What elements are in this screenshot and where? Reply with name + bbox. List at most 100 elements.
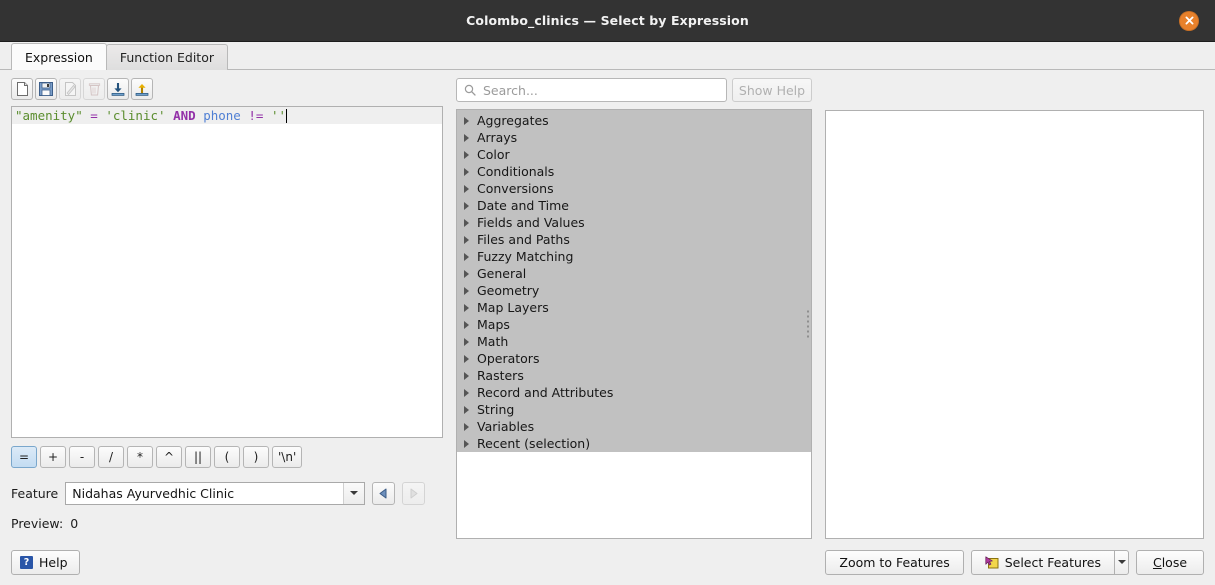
operator-button-minus[interactable]: -	[69, 446, 95, 468]
function-group-color[interactable]: Color	[457, 146, 811, 163]
function-group-general[interactable]: General	[457, 265, 811, 282]
delete-button[interactable]	[83, 78, 105, 100]
function-group-geometry[interactable]: Geometry	[457, 282, 811, 299]
save-icon	[39, 82, 53, 96]
new-file-icon	[16, 82, 28, 96]
chevron-right-icon	[464, 354, 469, 363]
function-group-string[interactable]: String	[457, 401, 811, 418]
dialog-content: "amenity" = 'clinic' AND phone != '' = +…	[0, 70, 1215, 539]
expr-space-2	[98, 108, 106, 124]
function-group-aggregates[interactable]: Aggregates	[457, 112, 811, 129]
function-group-fuzzy-matching[interactable]: Fuzzy Matching	[457, 248, 811, 265]
next-feature-button[interactable]	[402, 481, 426, 505]
operator-button-newline[interactable]: '\n'	[272, 446, 303, 468]
function-group-label: Math	[477, 334, 509, 349]
function-group-variables[interactable]: Variables	[457, 418, 811, 435]
search-row: Search... Show Help	[456, 78, 812, 102]
operator-button-plus[interactable]: +	[40, 446, 66, 468]
function-group-label: Rasters	[477, 368, 524, 383]
show-help-button[interactable]: Show Help	[732, 78, 812, 102]
function-group-files-and-paths[interactable]: Files and Paths	[457, 231, 811, 248]
function-group-maps[interactable]: Maps	[457, 316, 811, 333]
function-group-label: Conversions	[477, 181, 554, 196]
function-group-label: Maps	[477, 317, 510, 332]
function-list-panel[interactable]: Aggregates Arrays Color Conditionals Con…	[456, 109, 812, 539]
export-button[interactable]	[131, 78, 153, 100]
operator-button-close-paren[interactable]: )	[243, 446, 269, 468]
expr-token-emptystring: ''	[270, 108, 287, 123]
operator-button-equals[interactable]: =	[11, 446, 37, 468]
feature-row: Feature Nidahas Ayurvedhic Clinic	[11, 481, 443, 505]
function-group-rasters[interactable]: Rasters	[457, 367, 811, 384]
chevron-right-icon	[464, 320, 469, 329]
operator-button-open-paren[interactable]: (	[214, 446, 240, 468]
function-group-conversions[interactable]: Conversions	[457, 180, 811, 197]
chevron-right-icon	[464, 405, 469, 414]
chevron-right-icon	[464, 167, 469, 176]
function-group-conditionals[interactable]: Conditionals	[457, 163, 811, 180]
function-browser-pane: Search... Show Help Aggregates Arrays Co…	[456, 78, 812, 539]
expression-text-editor[interactable]: "amenity" = 'clinic' AND phone != ''	[11, 106, 443, 438]
function-search-field[interactable]: Search...	[456, 78, 727, 102]
trash-icon	[88, 83, 100, 96]
chevron-right-icon	[464, 303, 469, 312]
feature-combobox[interactable]: Nidahas Ayurvedhic Clinic	[65, 481, 366, 505]
function-group-operators[interactable]: Operators	[457, 350, 811, 367]
chevron-right-icon	[464, 439, 469, 448]
function-group-recent-selection[interactable]: Recent (selection)	[457, 435, 811, 452]
function-group-label: String	[477, 402, 515, 417]
tab-bar: Expression Function Editor	[0, 42, 1215, 70]
new-file-button[interactable]	[11, 78, 33, 100]
expr-token-notequals: !=	[248, 108, 264, 123]
function-group-math[interactable]: Math	[457, 333, 811, 350]
expr-token-equals: =	[90, 108, 98, 123]
close-button-label: Close	[1152, 554, 1188, 570]
function-group-map-layers[interactable]: Map Layers	[457, 299, 811, 316]
question-mark-icon: ?	[20, 555, 33, 569]
function-group-arrays[interactable]: Arrays	[457, 129, 811, 146]
chevron-right-icon	[464, 150, 469, 159]
close-button[interactable]: Close	[1136, 549, 1204, 575]
zoom-to-features-button[interactable]: Zoom to Features	[825, 549, 964, 575]
operator-button-concat[interactable]: ||	[185, 446, 211, 468]
tab-function-editor-label: Function Editor	[119, 50, 214, 65]
chevron-right-icon	[464, 388, 469, 397]
function-group-record-and-attributes[interactable]: Record and Attributes	[457, 384, 811, 401]
title-bar: Colombo_clinics — Select by Expression	[0, 0, 1215, 42]
tab-expression-label: Expression	[25, 49, 93, 65]
operator-button-divide[interactable]: /	[98, 446, 124, 468]
help-button[interactable]: ? Help	[11, 549, 80, 575]
function-group-label: Fuzzy Matching	[477, 249, 574, 264]
tab-expression[interactable]: Expression	[11, 43, 107, 70]
select-by-expression-dialog: Colombo_clinics — Select by Expression E…	[0, 0, 1215, 585]
triangle-left-icon	[379, 488, 387, 498]
chevron-right-icon	[464, 337, 469, 346]
select-features-dropdown-arrow[interactable]	[1114, 549, 1129, 575]
previous-feature-button[interactable]	[372, 481, 396, 505]
chevron-down-icon	[343, 482, 365, 504]
import-button[interactable]	[107, 78, 129, 100]
function-group-date-and-time[interactable]: Date and Time	[457, 197, 811, 214]
expr-token-identifier: phone	[203, 108, 241, 123]
window-title: Colombo_clinics — Select by Expression	[466, 13, 749, 28]
save-button[interactable]	[35, 78, 57, 100]
panel-splitter-handle[interactable]	[805, 310, 810, 338]
operator-button-multiply[interactable]: *	[127, 446, 153, 468]
expr-token-and: AND	[173, 108, 196, 123]
preview-value: 0	[70, 516, 79, 531]
edit-button[interactable]	[59, 78, 81, 100]
tab-function-editor[interactable]: Function Editor	[105, 44, 228, 70]
function-group-fields-and-values[interactable]: Fields and Values	[457, 214, 811, 231]
select-features-button[interactable]: Select Features	[970, 549, 1114, 575]
close-button-rest: lose	[1161, 554, 1188, 570]
select-features-label: Select Features	[1004, 554, 1101, 570]
feature-combobox-value: Nidahas Ayurvedhic Clinic	[72, 485, 235, 501]
operator-button-power[interactable]: ^	[156, 446, 182, 468]
window-close-button[interactable]	[1179, 10, 1199, 31]
chevron-right-icon	[464, 235, 469, 244]
preview-label: Preview:	[11, 516, 64, 531]
function-group-label: Recent (selection)	[477, 436, 591, 451]
expr-token-string: 'clinic'	[105, 108, 166, 123]
import-icon	[111, 83, 125, 96]
dialog-button-bar: ? Help Zoom to Features Select Features	[0, 539, 1215, 585]
